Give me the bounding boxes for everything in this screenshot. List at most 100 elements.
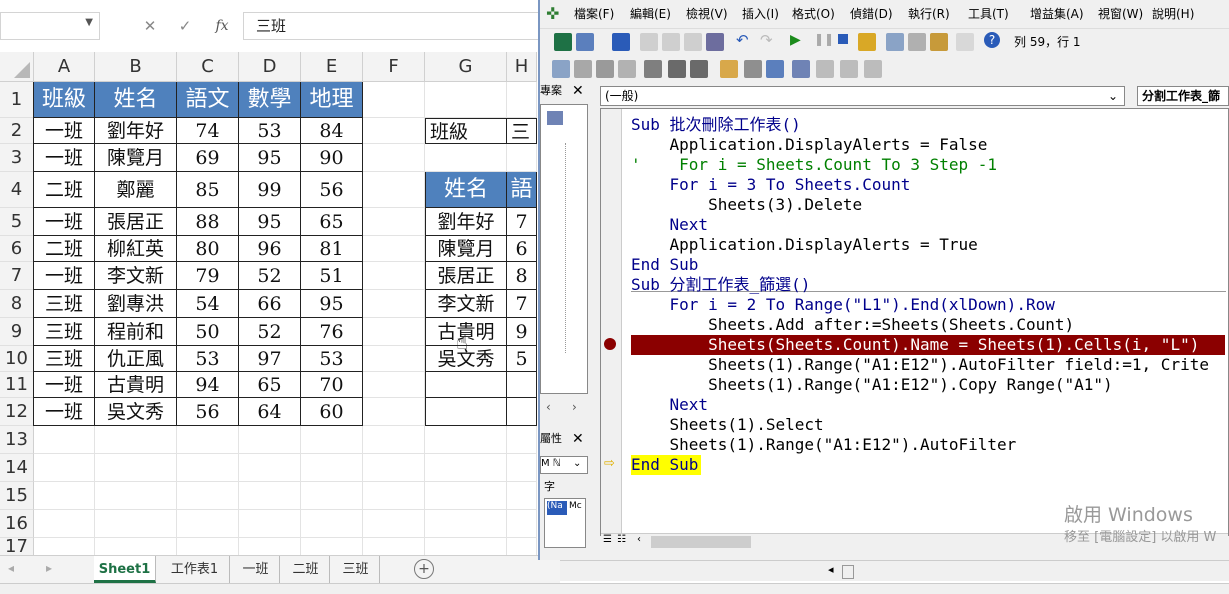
next-bookmark-icon[interactable] xyxy=(816,60,834,78)
current-execution-line[interactable]: End Sub xyxy=(631,455,701,475)
chevron-down-icon[interactable]: ▼ xyxy=(85,17,93,28)
result-cell[interactable]: 9 xyxy=(507,318,537,346)
row-header-13[interactable]: 13 xyxy=(0,426,34,454)
table-cell[interactable]: 二班 xyxy=(34,236,95,262)
table-cell[interactable]: 鄭麗 xyxy=(95,172,177,208)
code-line[interactable]: Sheets(3).Delete xyxy=(631,195,862,215)
filter-value-cell[interactable]: 三 xyxy=(507,118,537,144)
cancel-icon[interactable]: ✕ xyxy=(140,14,160,38)
table-cell[interactable]: 54 xyxy=(177,290,239,318)
sheet-tab-0[interactable]: Sheet1 xyxy=(94,556,156,583)
column-header-a[interactable]: A xyxy=(34,52,95,82)
column-header-d[interactable]: D xyxy=(239,52,301,82)
table-cell[interactable]: 仇正風 xyxy=(95,346,177,372)
table-cell[interactable]: 94 xyxy=(177,372,239,398)
scroll-left-icon[interactable]: ‹ xyxy=(546,400,551,414)
menu-item-3[interactable]: 插入(I) xyxy=(742,5,779,23)
table-cell[interactable]: 66 xyxy=(239,290,301,318)
table-cell[interactable]: 吳文秀 xyxy=(95,398,177,426)
grid-cell[interactable] xyxy=(363,510,425,538)
grid-cell[interactable] xyxy=(301,510,363,538)
save-icon[interactable] xyxy=(612,33,630,51)
row-header-15[interactable]: 15 xyxy=(0,482,34,510)
check-icon[interactable]: ✓ xyxy=(175,14,195,38)
uncomment-block-icon[interactable] xyxy=(766,60,784,78)
table-cell[interactable]: 70 xyxy=(301,372,363,398)
menu-item-7[interactable]: 工具(T) xyxy=(968,5,1009,23)
code-line[interactable]: Next xyxy=(631,215,709,235)
complete-word-icon[interactable] xyxy=(644,60,662,78)
result-cell[interactable] xyxy=(507,372,537,398)
table-cell[interactable]: 95 xyxy=(301,290,363,318)
scroll-thumb[interactable] xyxy=(651,536,751,548)
menu-item-4[interactable]: 格式(O) xyxy=(792,5,835,23)
procedure-combo[interactable]: 分割工作表_篩 xyxy=(1137,86,1229,106)
grid-cell[interactable] xyxy=(239,538,301,556)
grid-cell[interactable] xyxy=(507,510,537,538)
grid-cell[interactable] xyxy=(363,398,425,426)
grid-cell[interactable] xyxy=(95,538,177,556)
grid-cell[interactable] xyxy=(34,454,95,482)
table-cell[interactable]: 三班 xyxy=(34,318,95,346)
table-cell[interactable]: 88 xyxy=(177,208,239,236)
outdent-icon[interactable] xyxy=(690,60,708,78)
row-header-17[interactable]: 17 xyxy=(0,538,34,556)
table-cell[interactable]: 97 xyxy=(239,346,301,372)
table-cell[interactable]: 李文新 xyxy=(95,262,177,290)
grid-cell[interactable] xyxy=(363,318,425,346)
insert-userform-icon[interactable] xyxy=(576,33,594,51)
grid-cell[interactable] xyxy=(301,538,363,556)
code-line[interactable]: Sheets(1).Range("A1:E12").AutoFilter xyxy=(631,435,1017,455)
result-header-cell[interactable]: 語 xyxy=(507,172,537,208)
grid-cell[interactable] xyxy=(177,510,239,538)
row-header-14[interactable]: 14 xyxy=(0,454,34,482)
run-icon[interactable]: ▶ xyxy=(790,32,801,48)
table-cell[interactable]: 56 xyxy=(301,172,363,208)
grid-cell[interactable] xyxy=(363,290,425,318)
grid-cell[interactable] xyxy=(34,482,95,510)
grid-cell[interactable] xyxy=(177,482,239,510)
close-icon[interactable]: ✕ xyxy=(572,80,584,102)
row-header-3[interactable]: 3 xyxy=(0,144,34,172)
column-header-f[interactable]: F xyxy=(363,52,425,82)
grid-cell[interactable] xyxy=(239,426,301,454)
grid-cell[interactable] xyxy=(425,426,507,454)
table-header-cell[interactable]: 地理 xyxy=(301,82,363,118)
table-cell[interactable]: 53 xyxy=(239,118,301,144)
table-cell[interactable]: 65 xyxy=(301,208,363,236)
name-box[interactable]: ▼ xyxy=(0,12,100,40)
code-line[interactable]: Sheets.Add after:=Sheets(Sheets.Count) xyxy=(631,315,1074,335)
row-header-16[interactable]: 16 xyxy=(0,510,34,538)
result-cell[interactable]: 張居正 xyxy=(425,262,507,290)
table-cell[interactable]: 陳覽月 xyxy=(95,144,177,172)
table-cell[interactable]: 81 xyxy=(301,236,363,262)
tree-scrollbar[interactable]: ‹ › xyxy=(540,400,588,418)
result-cell[interactable]: 6 xyxy=(507,236,537,262)
redo-icon[interactable]: ↷ xyxy=(760,31,773,49)
column-header-g[interactable]: G xyxy=(425,52,507,82)
sheet-tab-1[interactable]: 工作表1 xyxy=(160,556,230,583)
table-cell[interactable]: 柳紅英 xyxy=(95,236,177,262)
code-line[interactable]: Application.DisplayAlerts = False xyxy=(631,135,988,155)
grid-cell[interactable] xyxy=(425,482,507,510)
clear-bookmarks-icon[interactable] xyxy=(864,60,882,78)
result-cell[interactable]: 7 xyxy=(507,290,537,318)
result-cell[interactable] xyxy=(507,398,537,426)
grid-cell[interactable] xyxy=(177,454,239,482)
previous-bookmark-icon[interactable] xyxy=(840,60,858,78)
grid-cell[interactable] xyxy=(363,172,425,208)
project-tree[interactable] xyxy=(540,104,588,394)
quick-info-icon[interactable] xyxy=(596,60,614,78)
grid-cell[interactable] xyxy=(425,538,507,556)
procedure-view-icon[interactable]: ☰ xyxy=(603,534,612,545)
grid-cell[interactable] xyxy=(34,538,95,556)
table-cell[interactable]: 一班 xyxy=(34,262,95,290)
grid-cell[interactable] xyxy=(363,346,425,372)
full-module-view-icon[interactable]: ☷ xyxy=(617,534,626,545)
close-icon[interactable]: ✕ xyxy=(572,428,584,450)
table-cell[interactable]: 95 xyxy=(239,208,301,236)
stop-icon[interactable] xyxy=(838,34,848,44)
table-cell[interactable]: 74 xyxy=(177,118,239,144)
code-line[interactable]: Sub 分割工作表_篩選() xyxy=(631,275,810,295)
indent-icon[interactable] xyxy=(668,60,686,78)
